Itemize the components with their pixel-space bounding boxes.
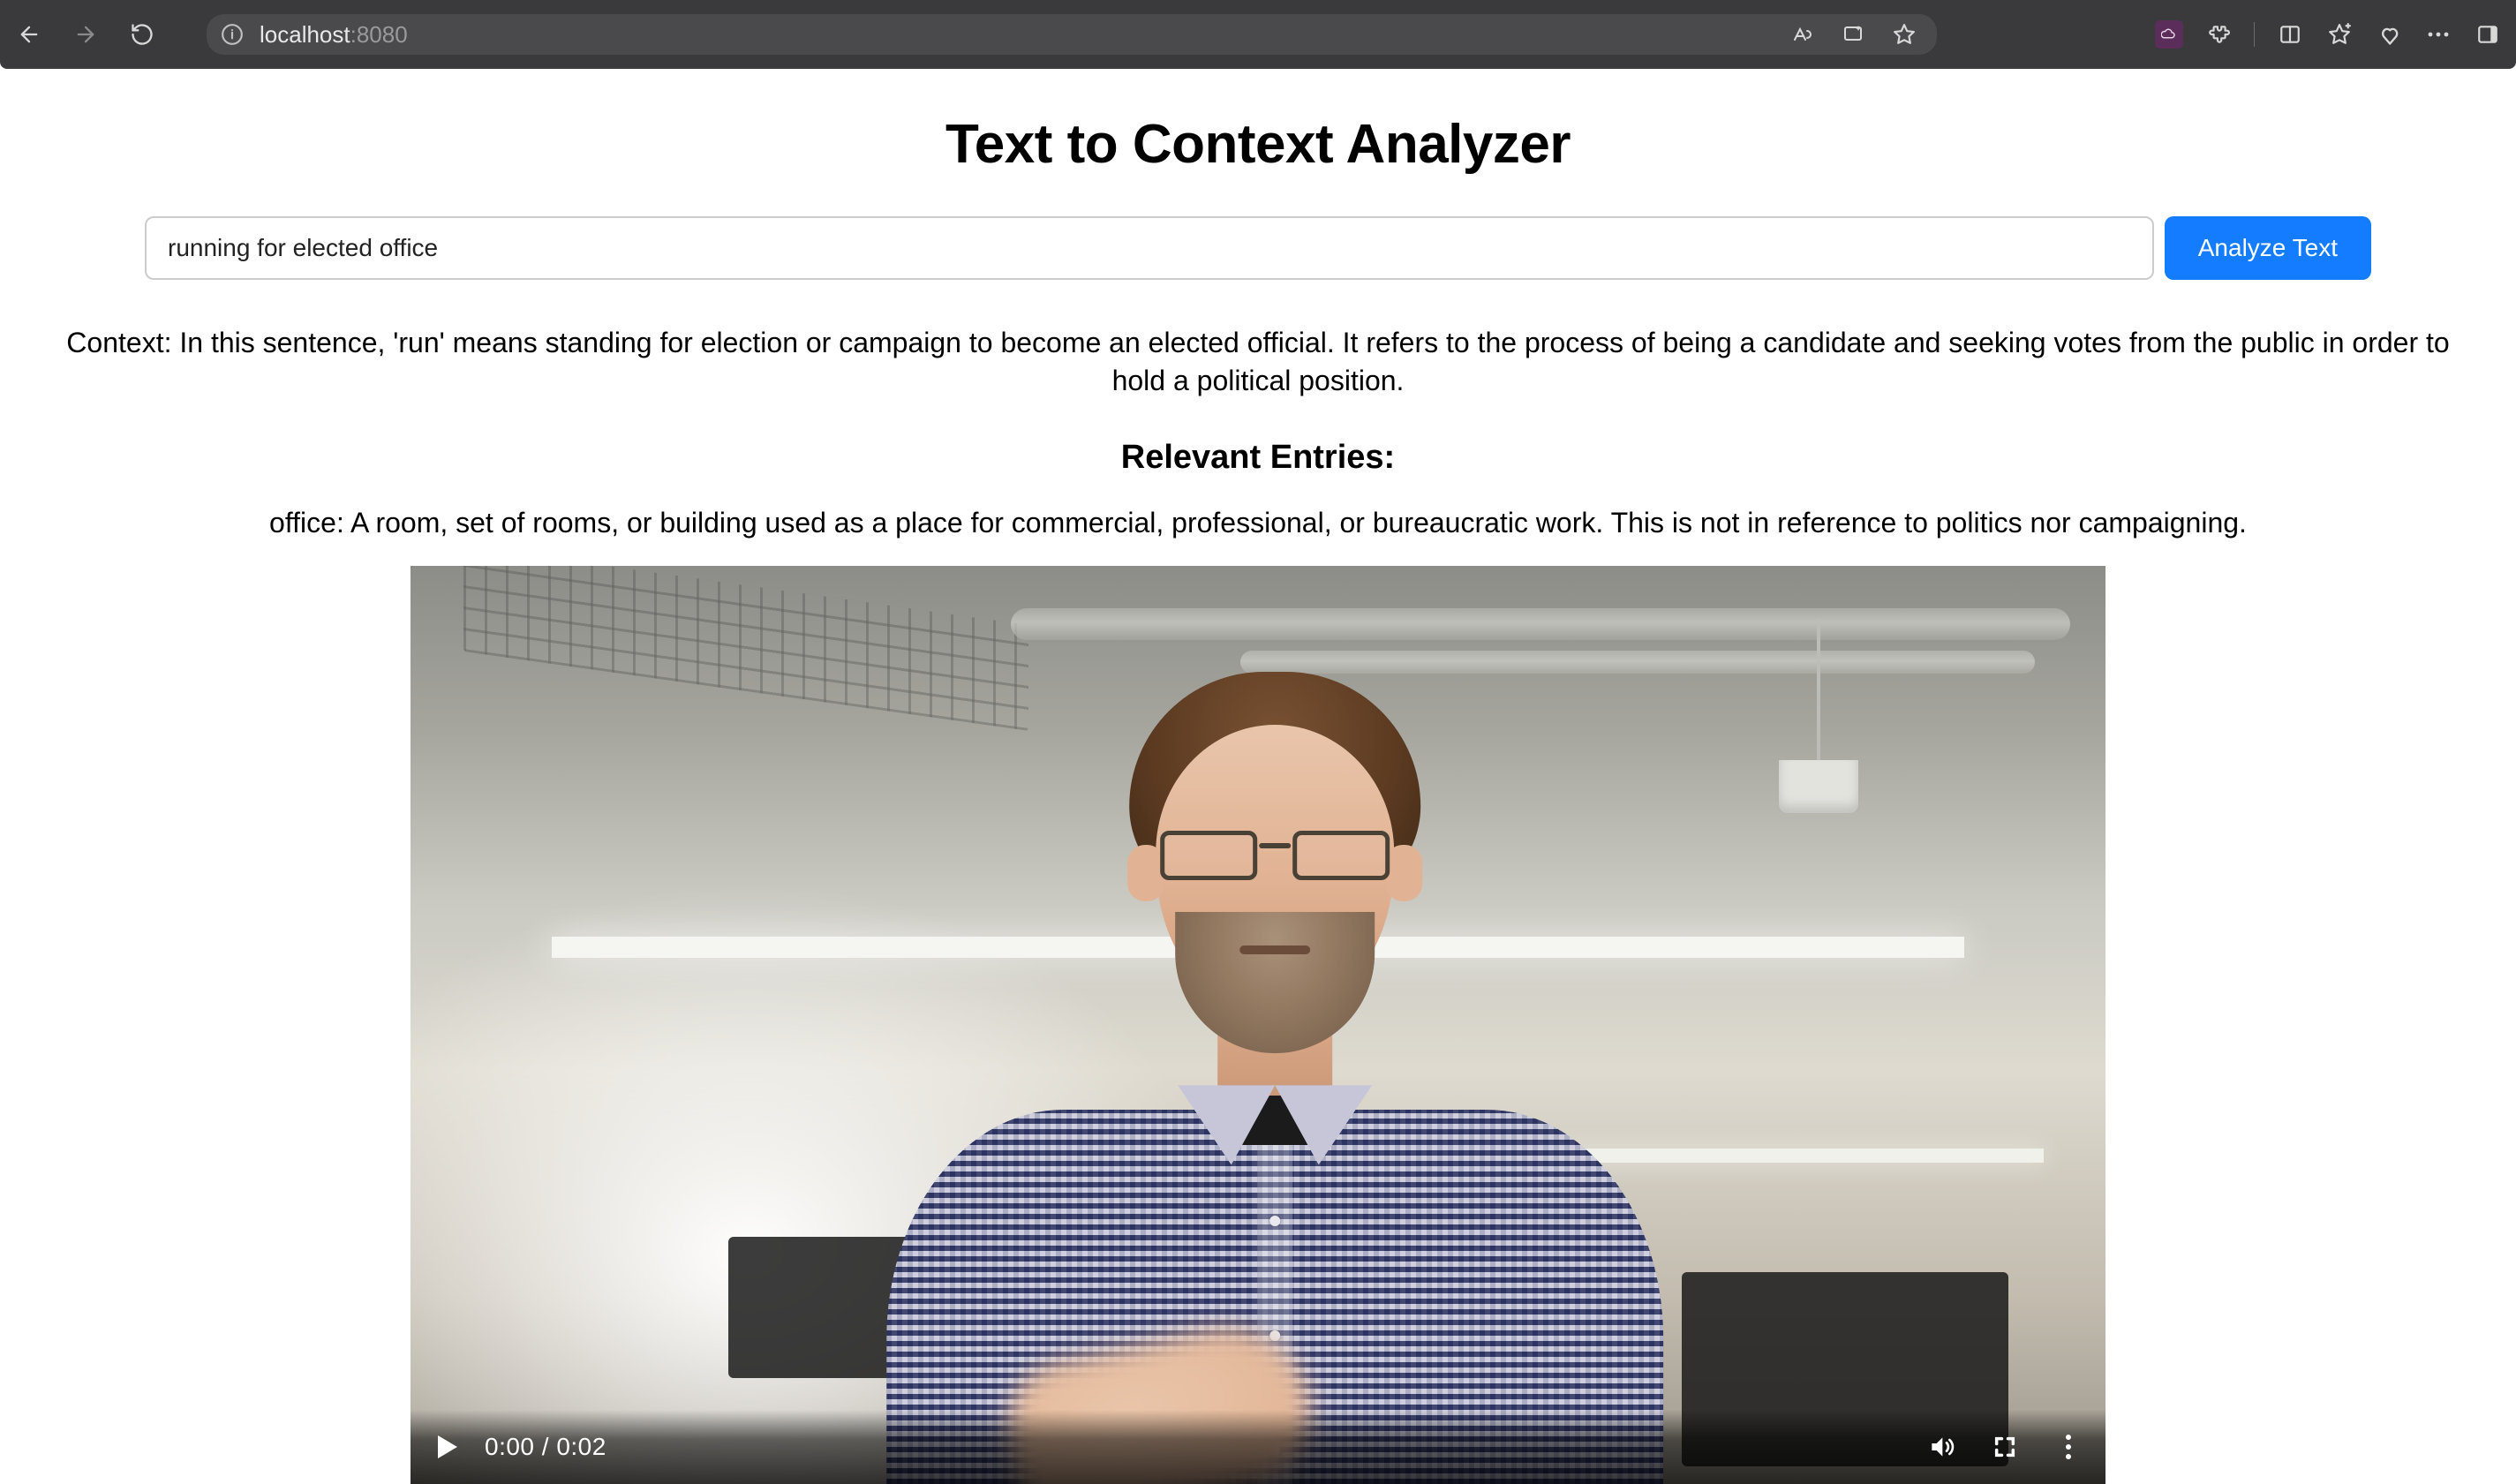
entry-item: office: A room, set of rooms, or buildin…	[53, 507, 2463, 539]
video-frame-image	[411, 566, 2105, 1484]
split-screen-icon[interactable]	[2276, 20, 2304, 49]
sidebar-toggle-icon[interactable]	[2474, 20, 2502, 49]
fullscreen-button[interactable]	[1991, 1433, 2019, 1461]
play-icon	[438, 1435, 457, 1458]
video-time-text: 0:00 / 0:02	[485, 1433, 606, 1461]
play-button[interactable]	[433, 1433, 462, 1461]
extension-badge-icon[interactable]	[2155, 20, 2183, 49]
kebab-icon	[2066, 1435, 2071, 1459]
input-row: Analyze Text	[145, 216, 2371, 280]
video-controls: 0:00 / 0:02	[411, 1410, 2105, 1484]
divider	[2254, 22, 2255, 47]
url-host: localhost	[260, 21, 350, 48]
favorite-star-icon[interactable]	[1889, 19, 1919, 49]
browser-right-icons	[2155, 20, 2502, 49]
url-port: :8080	[350, 21, 408, 48]
nav-arrows	[14, 19, 157, 49]
more-options-button[interactable]	[2054, 1433, 2083, 1461]
browser-essentials-icon[interactable]	[2375, 20, 2403, 49]
video-container: 0:00 / 0:02	[411, 566, 2105, 1484]
analysis-input[interactable]	[145, 216, 2154, 280]
back-button[interactable]	[14, 19, 44, 49]
enhance-icon[interactable]	[1838, 19, 1868, 49]
read-aloud-icon[interactable]	[1787, 19, 1817, 49]
favorites-icon[interactable]	[2325, 20, 2354, 49]
entries-heading: Relevant Entries:	[53, 439, 2463, 477]
analyze-button[interactable]: Analyze Text	[2165, 216, 2371, 280]
address-bar[interactable]: localhost:8080	[207, 14, 1937, 55]
more-menu-icon[interactable]	[2424, 20, 2452, 49]
site-info-icon[interactable]	[221, 23, 244, 46]
forward-button[interactable]	[71, 19, 101, 49]
refresh-button[interactable]	[127, 19, 157, 49]
volume-button[interactable]	[1927, 1433, 1955, 1461]
extensions-icon[interactable]	[2204, 20, 2233, 49]
browser-chrome: localhost:8080	[0, 0, 2516, 69]
page-title: Text to Context Analyzer	[53, 113, 2463, 176]
page-body: Text to Context Analyzer Analyze Text Co…	[0, 69, 2516, 1484]
url-text[interactable]: localhost:8080	[260, 21, 408, 49]
context-text: Context: In this sentence, 'run' means s…	[53, 324, 2463, 400]
video-player[interactable]: 0:00 / 0:02	[411, 566, 2105, 1484]
